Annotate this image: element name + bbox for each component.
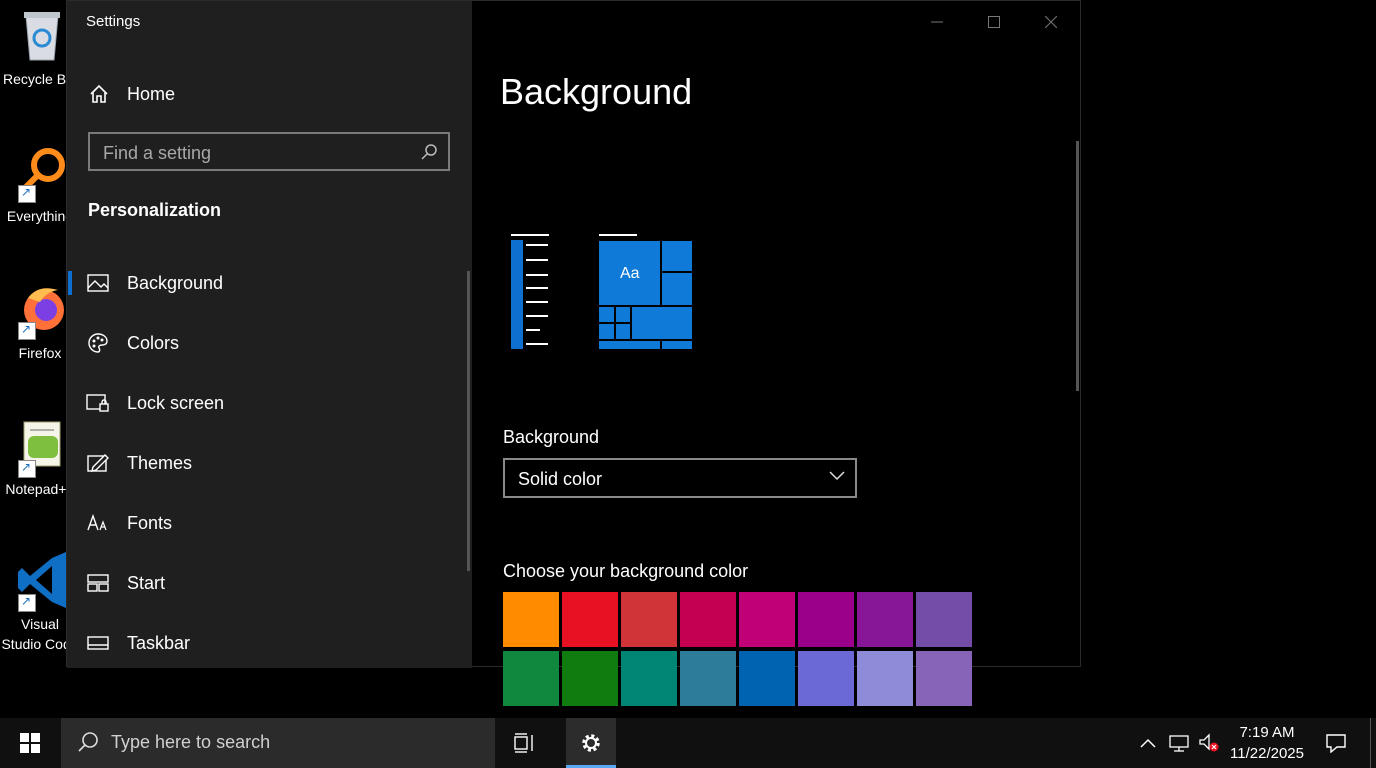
sidebar-item-themes[interactable]: Themes — [67, 433, 467, 493]
taskbar: Type here to search 7:19 AM 11/22/2025 — [0, 718, 1376, 768]
notification-icon — [1326, 734, 1346, 753]
color-swatch[interactable] — [621, 651, 677, 706]
minimize-icon — [931, 21, 943, 23]
settings-window: Settings Home Find a setting Personaliza… — [66, 0, 1081, 706]
color-swatch[interactable] — [739, 651, 795, 706]
task-view-icon — [514, 733, 533, 753]
shortcut-arrow-icon — [18, 594, 36, 612]
sidebar-item-start[interactable]: Start — [67, 553, 467, 613]
search-icon — [421, 144, 437, 160]
clock-time: 7:19 AM — [1239, 724, 1295, 741]
sidebar-item-fonts[interactable]: Fonts — [67, 493, 467, 553]
sidebar-item-background[interactable]: Background — [67, 253, 467, 313]
sidebar-item-label: Background — [127, 272, 224, 293]
shortcut-arrow-icon — [18, 185, 36, 203]
sidebar-item-label: Colors — [127, 332, 180, 353]
settings-content-pane: Background Aa Background Solid color Cho… — [472, 1, 1080, 706]
nav-home-label: Home — [127, 83, 176, 104]
sidebar-item-label: Start — [127, 572, 166, 593]
close-icon — [1045, 16, 1057, 28]
section-heading: Personalization — [88, 200, 222, 220]
show-desktop-button[interactable] — [1370, 718, 1376, 768]
taskbar-icon — [86, 631, 110, 655]
dropdown-value: Solid color — [518, 469, 603, 489]
sidebar-item-label: Lock screen — [127, 392, 225, 413]
fonts-icon — [86, 511, 110, 535]
color-swatch[interactable] — [798, 651, 854, 706]
taskbar-search-box[interactable]: Type here to search — [61, 718, 495, 768]
search-icon — [78, 732, 98, 752]
color-swatch[interactable] — [503, 592, 559, 647]
color-swatch[interactable] — [857, 592, 913, 647]
recycle-bin-icon — [18, 10, 66, 61]
taskbar-settings-app[interactable] — [566, 718, 616, 768]
choose-color-label: Choose your background color — [503, 561, 749, 581]
start-button[interactable] — [0, 718, 60, 768]
volume-muted-icon — [1199, 733, 1219, 752]
windows-logo-icon — [20, 733, 40, 753]
chevron-down-icon — [829, 471, 845, 481]
minimize-button[interactable] — [914, 9, 960, 35]
color-swatch[interactable] — [562, 651, 618, 706]
task-view-button[interactable] — [500, 718, 550, 768]
sidebar-item-label: Themes — [127, 452, 193, 473]
picture-icon — [86, 271, 110, 295]
color-swatch[interactable] — [916, 651, 972, 706]
find-setting-placeholder: Find a setting — [103, 143, 212, 163]
close-button[interactable] — [1028, 9, 1074, 35]
window-title: Settings — [86, 13, 141, 30]
maximize-button[interactable] — [971, 9, 1017, 35]
action-center-button[interactable] — [1316, 718, 1356, 768]
home-icon — [90, 84, 108, 103]
color-swatch[interactable] — [503, 651, 559, 706]
chevron-up-icon — [1140, 738, 1156, 748]
taskbar-search-placeholder: Type here to search — [111, 732, 271, 752]
network-button[interactable] — [1166, 718, 1192, 768]
color-swatch[interactable] — [739, 592, 795, 647]
start-icon — [86, 571, 110, 595]
background-preview: Aa — [502, 229, 702, 359]
shortcut-arrow-icon — [18, 322, 36, 340]
palette-icon — [86, 331, 110, 355]
settings-nav-pane: Settings Home Find a setting Personaliza… — [67, 1, 472, 668]
volume-button[interactable] — [1196, 718, 1222, 768]
color-swatch[interactable] — [798, 592, 854, 647]
nav-home[interactable]: Home — [89, 81, 175, 107]
sidebar-item-lock-screen[interactable]: Lock screen — [67, 373, 467, 433]
sidebar-item-taskbar[interactable]: Taskbar — [67, 613, 467, 673]
clock-date: 11/22/2025 — [1230, 745, 1304, 762]
color-swatch[interactable] — [916, 592, 972, 647]
background-type-label: Background — [503, 427, 600, 447]
themes-icon — [86, 451, 110, 475]
shortcut-arrow-icon — [18, 460, 36, 478]
taskbar-clock[interactable]: 7:19 AM 11/22/2025 — [1222, 722, 1312, 764]
color-swatch[interactable] — [562, 592, 618, 647]
nav-scrollbar[interactable] — [467, 271, 470, 571]
color-swatch[interactable] — [680, 651, 736, 706]
maximize-icon — [988, 16, 1000, 28]
page-title: Background — [500, 71, 693, 112]
sidebar-item-colors[interactable]: Colors — [67, 313, 467, 373]
network-icon — [1169, 735, 1189, 752]
color-swatch[interactable] — [857, 651, 913, 706]
show-hidden-icons-button[interactable] — [1136, 718, 1160, 768]
color-swatch[interactable] — [621, 592, 677, 647]
sidebar-item-label: Fonts — [127, 512, 173, 533]
gear-icon — [582, 734, 600, 752]
content-scrollbar[interactable] — [1076, 141, 1079, 391]
find-setting-input[interactable]: Find a setting — [88, 132, 450, 171]
color-swatch[interactable] — [680, 592, 736, 647]
preview-text: Aa — [620, 265, 640, 282]
background-type-dropdown[interactable]: Solid color — [503, 458, 857, 498]
lock-screen-icon — [86, 391, 110, 415]
sidebar-item-label: Taskbar — [127, 632, 191, 653]
vscode-icon — [18, 550, 66, 608]
